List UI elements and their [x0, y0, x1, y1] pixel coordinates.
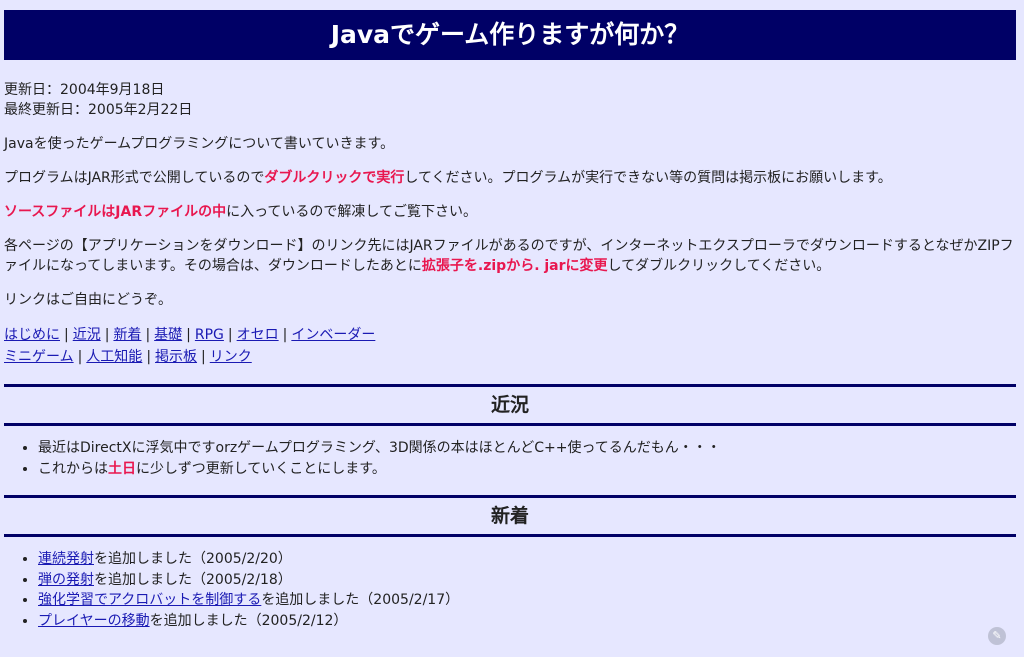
update-text: を追加しました（2005/2/18）	[94, 571, 292, 588]
emphasis-text: ダブルクリックで実行	[264, 170, 405, 186]
update-link[interactable]: プレイヤーの移動	[38, 613, 150, 629]
update-date: 更新日：2004年9月18日	[4, 82, 165, 98]
updates-heading-text: 新着	[490, 505, 529, 527]
intro-paragraph-3: ソースファイルはJARファイルの中に入っているので解凍してご覧下さい。	[4, 202, 1020, 222]
nav-separator: |	[77, 349, 83, 365]
news-text: 最近はDirectXに浮気中ですorzゲームプログラミング、3D関係の本はほとん…	[38, 440, 721, 456]
news-heading-text: 近況	[490, 394, 529, 416]
intro-text: してダブルクリックしてください。	[607, 258, 831, 274]
nav-link-ai[interactable]: 人工知能	[86, 349, 142, 365]
news-text: これからは	[38, 460, 108, 477]
last-update-date: 最終更新日：2005年2月22日	[4, 102, 193, 118]
intro-paragraph-4: 各ページの【アプリケーションをダウンロード】のリンク先にはJARファイルがあるの…	[4, 236, 1020, 276]
intro-text: プログラムはJAR形式で公開しているので	[4, 170, 265, 186]
emphasis-text: 土日	[108, 460, 136, 477]
nav-separator: |	[201, 349, 206, 365]
nav-link-recent[interactable]: 近況	[73, 327, 101, 343]
update-text: を追加しました（2005/2/17）	[261, 592, 460, 608]
update-link[interactable]: 連続発射	[38, 551, 94, 567]
page: Javaでゲーム作りますが何か？ 更新日：2004年9月18日 最終更新日：20…	[0, 0, 1024, 631]
update-text: を追加しました（2005/2/20）	[94, 551, 292, 567]
emphasis-text: ソースファイルはJARファイルの中	[4, 204, 227, 220]
nav-link-rpg[interactable]: RPG	[195, 327, 224, 343]
update-link[interactable]: 弾の発射	[38, 572, 94, 588]
site-title-banner: Javaでゲーム作りますが何か？	[4, 10, 1016, 60]
updates-list: 連続発射を追加しました（2005/2/20） 弾の発射を追加しました（2005/…	[4, 549, 1020, 631]
intro-text: してください。プログラムが実行できない等の質問は掲示板にお願いします。	[404, 170, 892, 186]
nav-link-bbs[interactable]: 掲示板	[155, 349, 197, 365]
emphasis-text: 拡張子を.zipから. jarに変更	[421, 258, 608, 274]
news-list: 最近はDirectXに浮気中ですorzゲームプログラミング、3D関係の本はほとん…	[4, 438, 1020, 479]
nav-separator: |	[186, 327, 191, 343]
nav-link-hajimeni[interactable]: はじめに	[4, 327, 60, 343]
nav-link-new[interactable]: 新着	[113, 327, 141, 343]
nav-separator: |	[146, 349, 152, 365]
nav-link-minigame[interactable]: ミニゲーム	[4, 349, 74, 365]
site-title: Javaでゲーム作りますが何か？	[330, 20, 690, 49]
news-section-heading: 近況	[4, 384, 1016, 426]
update-link[interactable]: 強化学習でアクロバットを制御する	[38, 592, 261, 608]
nav-separator: |	[282, 327, 288, 343]
nav-link-basics[interactable]: 基礎	[154, 327, 182, 343]
updates-section-heading: 新着	[4, 495, 1016, 537]
list-item: プレイヤーの移動を追加しました（2005/2/12）	[38, 611, 1020, 632]
nav-separator: |	[227, 327, 233, 343]
intro-paragraph-2: プログラムはJAR形式で公開しているのでダブルクリックで実行してください。プログ…	[4, 168, 1020, 188]
nav-row-1: はじめに | 近況 | 新着 | 基礎 | RPG | オセロ | インベーダー	[4, 324, 1020, 346]
list-item: 弾の発射を追加しました（2005/2/18）	[38, 570, 1020, 591]
list-item: 強化学習でアクロバットを制御するを追加しました（2005/2/17）	[38, 590, 1020, 611]
intro-paragraph-5: リンクはご自由にどうぞ。	[4, 292, 172, 308]
nav-separator: |	[104, 327, 110, 343]
nav-link-invader[interactable]: インベーダー	[291, 327, 375, 343]
news-text: に少しずつ更新していくことにします。	[136, 460, 386, 477]
list-item: 最近はDirectXに浮気中ですorzゲームプログラミング、3D関係の本はほとん…	[38, 438, 1020, 459]
nav-link-othello[interactable]: オセロ	[237, 327, 279, 343]
intro-text: に入っているので解凍してご覧下さい。	[226, 204, 478, 220]
update-text: を追加しました（2005/2/12）	[149, 612, 348, 629]
nav-separator: |	[64, 327, 69, 343]
nav-separator: |	[145, 327, 151, 343]
intro-paragraph-1: Javaを使ったゲームプログラミングについて書いていきます。	[4, 136, 395, 152]
pencil-icon: ✎	[988, 627, 1006, 645]
nav-link-links[interactable]: リンク	[210, 349, 252, 365]
list-item: 連続発射を追加しました（2005/2/20）	[38, 549, 1020, 570]
nav-row-2: ミニゲーム | 人工知能 | 掲示板 | リンク	[4, 346, 1020, 368]
list-item: これからは土日に少しずつ更新していくことにします。	[38, 459, 1020, 480]
site-navigation: はじめに | 近況 | 新着 | 基礎 | RPG | オセロ | インベーダー ミニゲーム | 人工知能 |…	[4, 324, 1020, 368]
